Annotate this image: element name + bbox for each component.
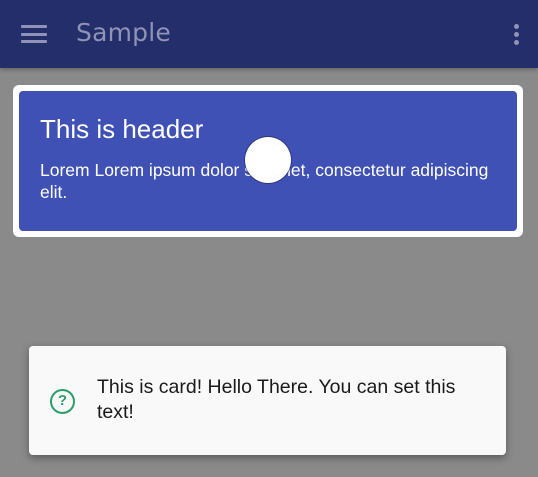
help-circle-icon: ? — [50, 389, 75, 414]
info-card[interactable]: ? This is card! Hello There. You can set… — [29, 346, 506, 455]
menu-icon-bars — [21, 25, 47, 43]
info-card-text: This is card! Hello There. You can set t… — [97, 376, 456, 423]
touch-indicator — [245, 137, 291, 183]
app-title: Sample — [76, 18, 171, 47]
app-bar: Sample — [0, 0, 538, 68]
more-vert-icon[interactable] — [502, 14, 530, 54]
hamburger-menu-icon[interactable] — [12, 14, 56, 54]
